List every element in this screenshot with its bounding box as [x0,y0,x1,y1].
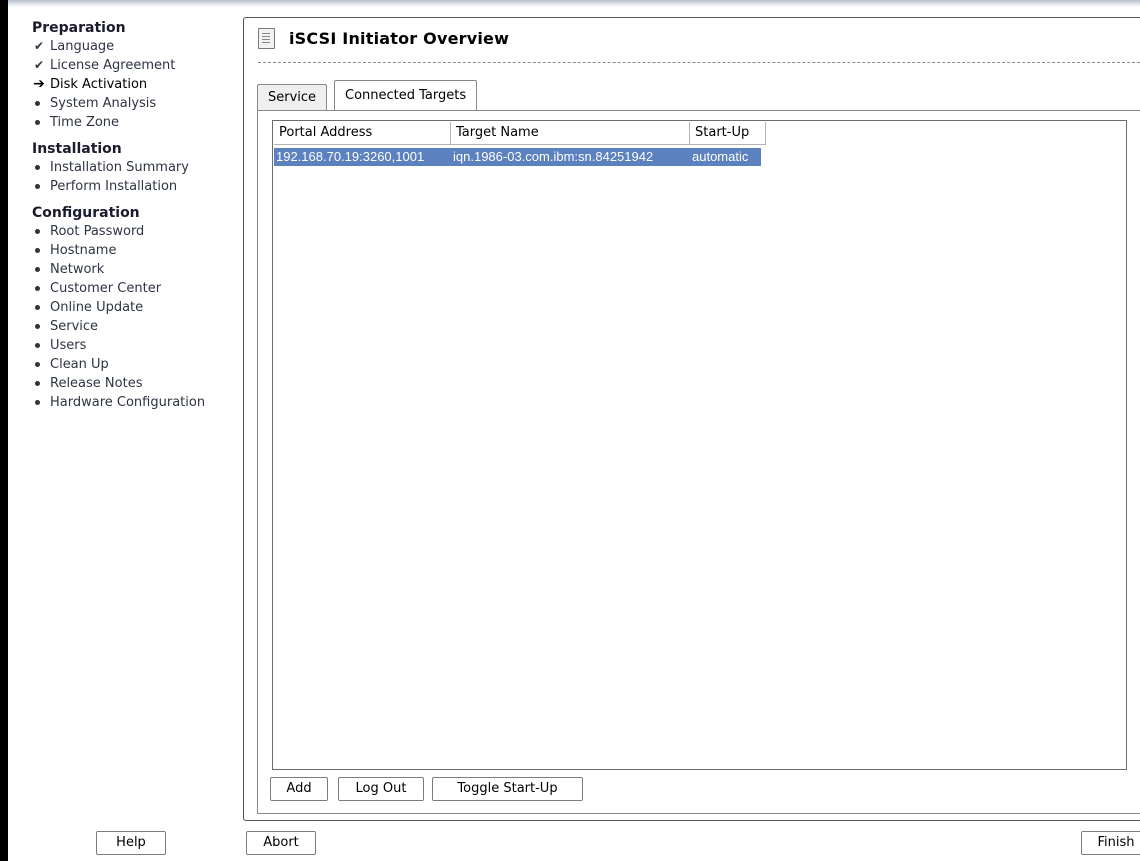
step-label: Disk Activation [50,77,148,92]
check-icon: ✔ [33,39,45,53]
step-license-agreement: ✔ License Agreement [32,56,237,75]
sidebar-section-configuration: Configuration Root Password Hostname Net… [32,205,237,412]
step-label: Users [50,338,87,353]
tab-service[interactable]: Service [257,84,328,110]
finish-label: Finish [1097,835,1135,850]
step-label: Root Password [50,224,145,239]
arrow-right-icon: ➔ [33,76,45,92]
section-title: Configuration [32,205,140,221]
step-hardware-configuration: Hardware Configuration [32,393,237,412]
step-release-notes: Release Notes [32,374,237,393]
step-root-password: Root Password [32,222,237,241]
finish-button[interactable]: Finish [1081,831,1140,855]
toggle-start-up-label: Toggle Start-Up [457,781,558,796]
sidebar-section-installation: Installation Installation Summary Perfor… [32,141,237,196]
step-label: Clean Up [50,357,109,372]
step-label: Hostname [50,243,117,258]
page-title: iSCSI Initiator Overview [289,28,510,48]
step-label: Service [50,319,99,334]
step-label: Customer Center [50,281,162,296]
toggle-start-up-button[interactable]: Toggle Start-Up [432,777,583,801]
step-clean-up: Clean Up [32,355,237,374]
add-label: Add [286,781,312,796]
help-button[interactable]: Help [96,831,166,855]
cell-portal-address: 192.168.70.19:3260,1001 [276,149,425,164]
top-edge [0,0,1140,7]
step-label: Time Zone [50,115,120,130]
step-label: Hardware Configuration [50,395,206,410]
cell-target-name: iqn.1986-03.com.ibm:sn.84251942 [453,149,654,164]
step-disk-activation: ➔ Disk Activation [32,75,237,94]
step-online-update: Online Update [32,298,237,317]
column-header-portal-address[interactable]: Portal Address [274,122,451,145]
help-label: Help [116,835,146,850]
check-icon: ✔ [33,58,45,72]
add-button[interactable]: Add [270,777,328,801]
left-border [0,0,8,861]
step-service: Service [32,317,237,336]
title-bar: iSCSI Initiator Overview [258,24,509,52]
step-hostname: Hostname [32,241,237,260]
steps-sidebar: Preparation ✔ Language ✔ License Agreement… [32,20,237,421]
step-perform-installation: Perform Installation [32,177,237,196]
title-separator [258,62,1140,63]
step-system-analysis: System Analysis [32,94,237,113]
column-header-start-up[interactable]: Start-Up [690,122,766,145]
step-label: License Agreement [50,58,176,73]
table-row[interactable]: 192.168.70.19:3260,1001 iqn.1986-03.com.… [274,148,761,166]
cell-start-up: automatic [692,149,749,164]
step-label: System Analysis [50,96,157,111]
step-installation-summary: Installation Summary [32,158,237,177]
tab-connected-targets[interactable]: Connected Targets [334,80,478,110]
abort-button[interactable]: Abort [246,831,316,855]
abort-label: Abort [263,835,299,850]
targets-table[interactable]: Portal Address Target Name Start-Up 192.… [272,120,1127,770]
connected-targets-panel: Portal Address Target Name Start-Up 192.… [257,110,1140,814]
step-time-zone: Time Zone [32,113,237,132]
step-label: Language [50,39,115,54]
step-language: ✔ Language [32,37,237,56]
section-title: Preparation [32,20,126,36]
step-label: Online Update [50,300,144,315]
log-out-label: Log Out [355,781,407,796]
column-header-target-name[interactable]: Target Name [451,122,690,145]
step-label: Perform Installation [50,179,178,194]
step-network: Network [32,260,237,279]
step-label: Installation Summary [50,160,189,175]
main-panel: iSCSI Initiator Overview Service Connect… [243,17,1140,821]
section-title: Installation [32,141,122,157]
sidebar-section-preparation: Preparation ✔ Language ✔ License Agreement… [32,20,237,132]
step-customer-center: Customer Center [32,279,237,298]
step-label: Network [50,262,105,277]
step-label: Release Notes [50,376,143,391]
table-header: Portal Address Target Name Start-Up [274,122,766,145]
log-out-button[interactable]: Log Out [338,777,424,801]
step-users: Users [32,336,237,355]
document-icon [258,27,275,49]
